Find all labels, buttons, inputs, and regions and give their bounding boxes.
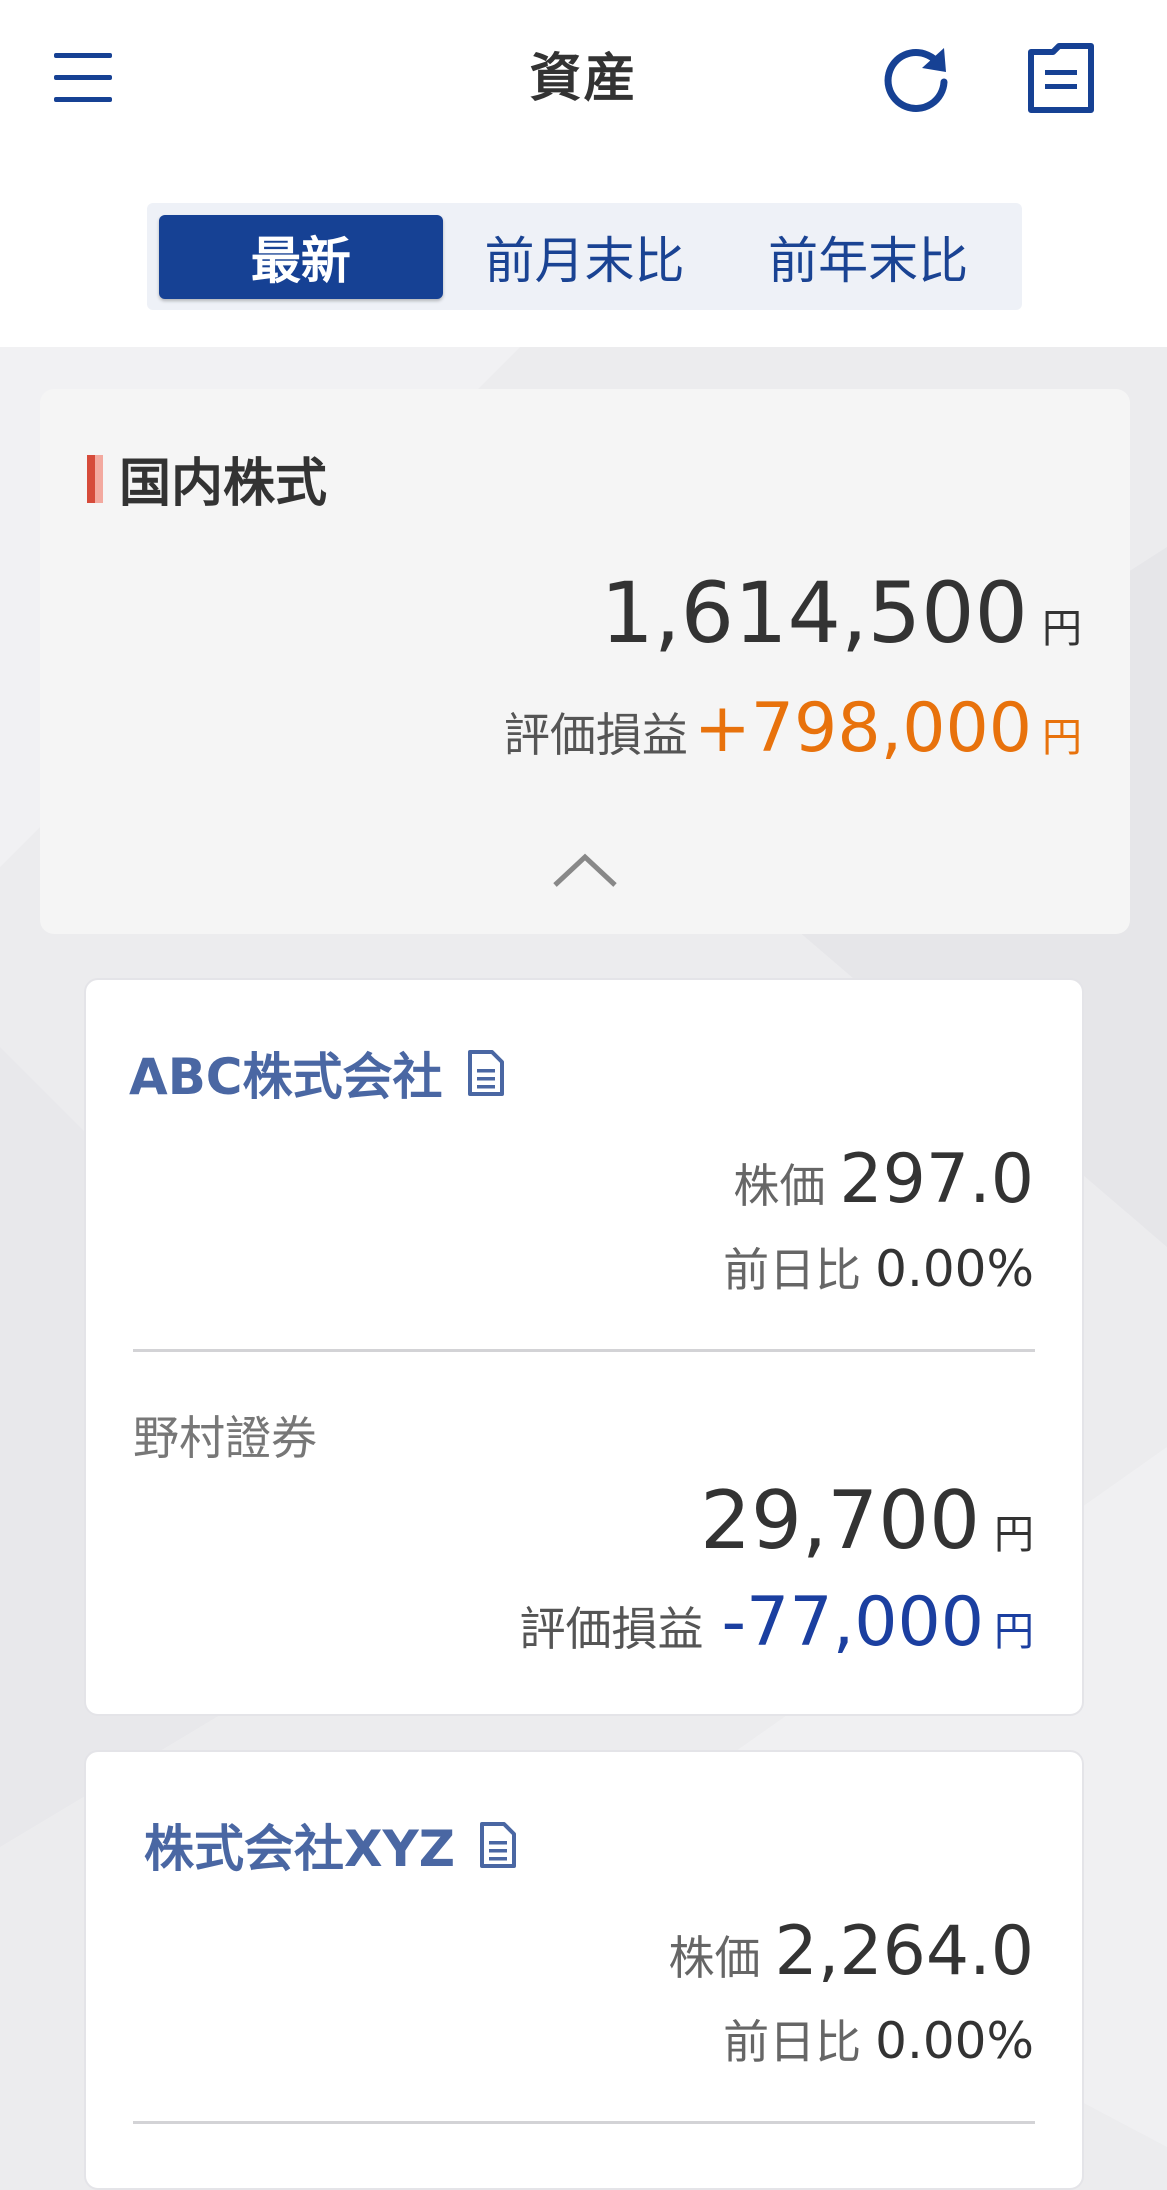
holding-profit-loss-row: 評価損益 -77,000 円 (520, 1583, 1034, 1662)
holding-profit-loss-label: 評価損益 (519, 1602, 704, 1656)
report-button[interactable] (1024, 40, 1098, 116)
chevron-up-icon (553, 853, 617, 887)
holding-card: 株式会社XYZ 株価 2,264.0 前日比 0.00% (84, 1750, 1084, 2190)
holding-profit-loss-amount: -77,000 (721, 1583, 984, 1662)
profit-loss-amount: +798,000 (693, 689, 1032, 768)
holding-name: 株式会社XYZ (144, 1820, 456, 1878)
total-value-currency: 円 (1042, 606, 1082, 652)
day-change-value: 0.00% (875, 1240, 1034, 1298)
stock-price-row: 株価 297.0 (733, 1140, 1034, 1219)
document-icon (467, 1050, 504, 1096)
holding-name: ABC株式会社 (129, 1048, 443, 1106)
section-title-label: 国内株式 (119, 454, 328, 514)
day-change-row: 前日比 0.00% (723, 1234, 1034, 1300)
page-title: 資産 (529, 49, 638, 109)
holding-value-currency: 円 (994, 1512, 1034, 1558)
period-tabs: 最新 前月末比 前年末比 (147, 203, 1022, 310)
tab-latest[interactable]: 最新 (159, 214, 443, 299)
app-header: 資産 最新 前月末比 前年末比 (0, 0, 1167, 347)
section-marker (87, 454, 103, 503)
section-title: 国内株式 (87, 441, 327, 516)
domestic-stocks-summary: 国内株式 1,614,500 円 評価損益 +798,000 円 (40, 389, 1130, 934)
stock-price-row: 株価 2,264.0 (668, 1912, 1034, 1991)
total-value: 1,614,500 円 (600, 564, 1082, 662)
tab-vs-last-year[interactable]: 前年末比 (726, 215, 1010, 299)
stock-price-label: 株価 (733, 1159, 826, 1213)
day-change-row: 前日比 0.00% (723, 2006, 1034, 2072)
refresh-icon (884, 48, 948, 112)
day-change-label: 前日比 (723, 1243, 862, 1297)
stock-price-value: 297.0 (839, 1140, 1034, 1219)
total-value-amount: 1,614,500 (600, 564, 1028, 662)
holding-value-row: 29,700 円 (700, 1474, 1034, 1567)
broker-name: 野村證券 (133, 1411, 317, 1465)
stock-price-label: 株価 (668, 1931, 761, 1985)
document-icon (1028, 43, 1094, 113)
holding-name-link[interactable]: 株式会社XYZ (144, 1809, 517, 1881)
collapse-button[interactable] (551, 849, 619, 893)
stock-price-value: 2,264.0 (774, 1912, 1034, 1991)
tab-vs-last-month[interactable]: 前月末比 (443, 215, 727, 299)
profit-loss-currency: 円 (1042, 715, 1082, 761)
holding-card: ABC株式会社 株価 297.0 前日比 0.00% 野村證券 29,700 円… (84, 978, 1084, 1716)
document-icon (480, 1822, 517, 1868)
holding-value-amount: 29,700 (700, 1474, 980, 1567)
card-divider (133, 1349, 1035, 1352)
holding-profit-loss-currency: 円 (994, 1609, 1034, 1655)
holding-name-link[interactable]: ABC株式会社 (129, 1037, 505, 1109)
refresh-button[interactable] (880, 40, 954, 114)
card-divider (133, 2121, 1035, 2124)
profit-loss-label: 評価損益 (503, 708, 688, 762)
day-change-label: 前日比 (723, 2015, 862, 2069)
day-change-value: 0.00% (875, 2012, 1034, 2070)
total-profit-loss: 評価損益 +798,000 円 (504, 689, 1082, 768)
